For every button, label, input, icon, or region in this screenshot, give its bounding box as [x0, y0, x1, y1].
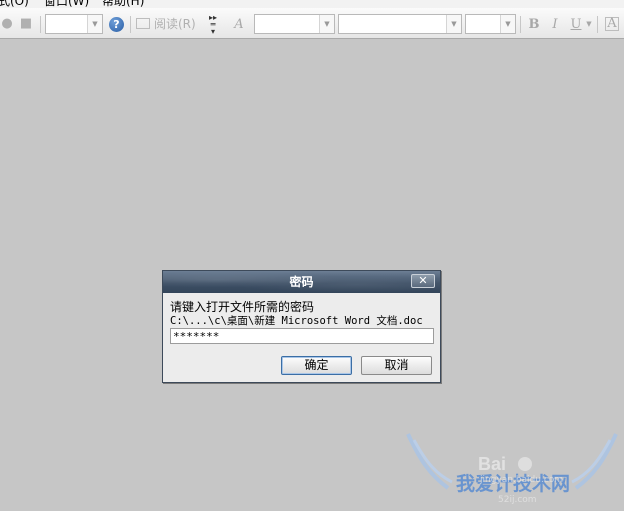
book-icon [136, 18, 150, 29]
menu-format[interactable]: 格式(O) [0, 0, 29, 8]
menu-bar: 格式(O) 窗口(W) 帮助(H) [0, 0, 624, 8]
paste-icon[interactable]: ● [0, 17, 14, 31]
password-prompt: 请键入打开文件所需的密码 [170, 300, 315, 314]
toolbar-separator [520, 16, 521, 33]
chevron-down-icon[interactable]: ▼ [585, 17, 593, 32]
cancel-button[interactable]: 取消 [361, 356, 432, 375]
password-dialog: 密码 ✕ 请键入打开文件所需的密码 C:\...\c\桌面\新建 Microso… [162, 270, 441, 383]
svg-text:jingyan.baidu.com: jingyan.baidu.com [479, 475, 563, 485]
dialog-title: 密码 [289, 275, 314, 289]
font-size-combo[interactable]: ▼ [465, 14, 516, 34]
dialog-titlebar[interactable]: 密码 ✕ [163, 271, 440, 293]
chevron-down-icon: ▼ [319, 15, 334, 33]
file-path: C:\...\c\桌面\新建 Microsoft Word 文档.doc [170, 315, 423, 327]
style-combo[interactable]: ▼ [254, 14, 335, 34]
help-icon[interactable]: ? [109, 17, 124, 32]
underline-button[interactable]: U [569, 17, 583, 32]
svg-text:52ij.com: 52ij.com [498, 495, 537, 505]
style-pane-icon[interactable]: A [232, 17, 246, 32]
close-icon: ✕ [418, 274, 428, 287]
read-button[interactable]: 阅读(R) [136, 17, 196, 34]
baidu-watermark-logo: Bai 我爱计技术网 jingyan.baidu.com 52ij.com [406, 433, 618, 505]
chevron-down-icon: ▼ [446, 15, 461, 33]
svg-text:Bai: Bai [478, 454, 506, 474]
toolbar-separator [40, 16, 41, 33]
formatting-toolbar: ● ■ ▼ ? 阅读(R) ▸▸ ═ ▾ A ▼ ▼ ▼ B I U ▼ A [0, 8, 624, 39]
close-button[interactable]: ✕ [411, 274, 435, 288]
menu-help[interactable]: 帮助(H) [102, 0, 144, 8]
read-button-label: 阅读(R) [154, 17, 196, 31]
toolbar-overflow-icon[interactable]: ▸▸ ═ ▾ [208, 14, 218, 36]
ok-button[interactable]: 确定 [281, 356, 352, 375]
zoom-combo[interactable]: ▼ [45, 14, 103, 34]
font-name-combo[interactable]: ▼ [338, 14, 462, 34]
font-color-button[interactable]: A [605, 17, 619, 31]
chevron-down-icon: ▼ [87, 15, 102, 33]
italic-button[interactable]: I [548, 17, 562, 32]
toolbar-separator [130, 16, 131, 33]
bold-button[interactable]: B [527, 17, 541, 32]
table-icon[interactable]: ■ [19, 17, 33, 31]
chevron-down-icon: ▼ [500, 15, 515, 33]
menu-window[interactable]: 窗口(W) [44, 0, 89, 8]
toolbar-separator [597, 16, 598, 33]
password-input[interactable] [170, 328, 434, 344]
